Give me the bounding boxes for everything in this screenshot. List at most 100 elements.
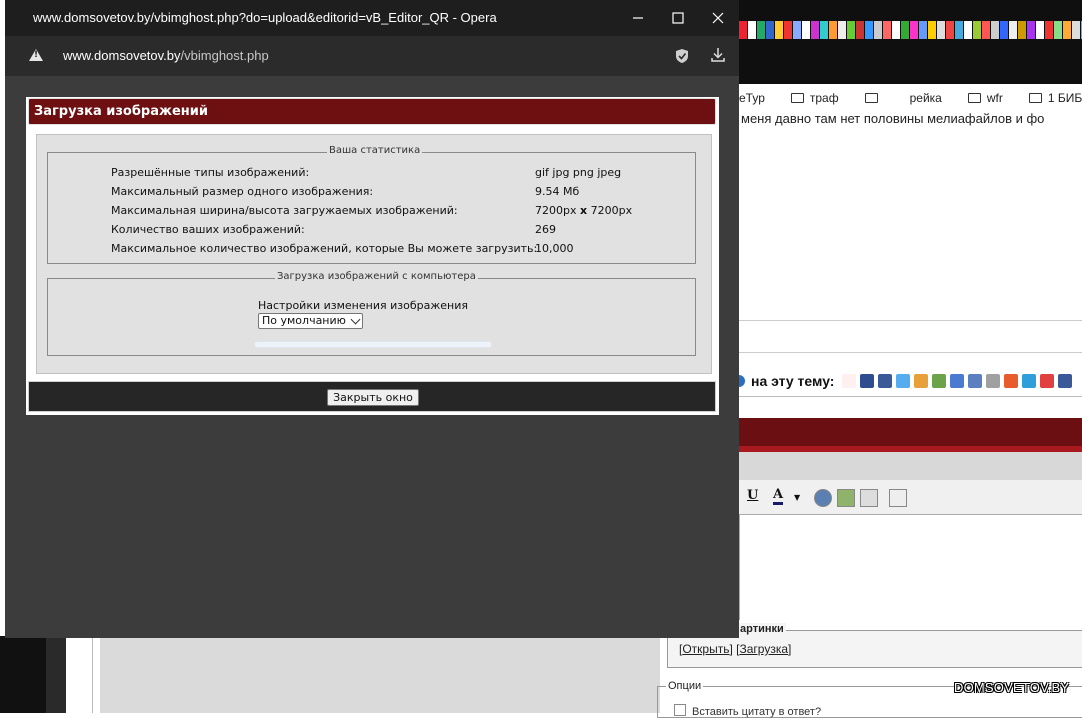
underline-button[interactable]: U [747, 488, 758, 503]
tab-favicon-icon[interactable] [838, 21, 846, 39]
dialog-header: Загрузка изображений [28, 98, 716, 125]
tab-favicon-icon[interactable] [1018, 21, 1026, 39]
quote-option[interactable]: Вставить цитату в ответ? [674, 704, 821, 718]
tab-favicon-icon[interactable] [964, 21, 972, 39]
quote-icon[interactable] [860, 489, 878, 507]
images-legend: артинки [738, 623, 786, 635]
image-icon[interactable] [837, 489, 855, 507]
tab-favicon-icon[interactable] [784, 21, 792, 39]
images-links: [Открыть] [Загрузка] [679, 642, 792, 656]
divider [739, 352, 1082, 353]
chevron-down-icon[interactable]: ▼ [794, 493, 800, 502]
upload-link[interactable]: Загрузка [740, 642, 789, 656]
resize-settings-select[interactable]: По умолчанию [258, 313, 363, 329]
share-service-icon[interactable] [1040, 374, 1055, 388]
maximize-button[interactable] [658, 0, 698, 36]
background-tab-strip [739, 0, 1082, 84]
share-service-icon[interactable] [842, 374, 857, 388]
folder-icon [967, 93, 981, 103]
dialog-footer: Закрыть окно [28, 381, 716, 412]
close-window-dialog-button[interactable]: Закрыть окно [327, 389, 419, 406]
share-service-icon[interactable] [860, 374, 875, 388]
tab-favicon-icon[interactable] [748, 21, 756, 39]
tab-favicon-icon[interactable] [955, 21, 963, 39]
tab-favicon-icon[interactable] [1000, 21, 1008, 39]
share-service-icon[interactable] [986, 374, 1001, 388]
address-bar[interactable]: www.domsovetov.by/vbimghost.php [5, 36, 739, 76]
tab-favicon-icon[interactable] [901, 21, 909, 39]
stat-label-image-count: Количество ваших изображений: [111, 223, 305, 236]
popup-window: www.domsovetov.by/vbimghost.php?do=uploa… [5, 0, 739, 638]
tab-favicon-icon[interactable] [982, 21, 990, 39]
quote-checkbox[interactable] [674, 704, 686, 716]
background-left-strip [46, 636, 66, 713]
tab-favicon-icon[interactable] [892, 21, 900, 39]
share-service-icon[interactable] [968, 374, 983, 388]
tab-favicon-icon[interactable] [928, 21, 936, 39]
link-icon[interactable] [814, 489, 832, 507]
tab-favicon-icon[interactable] [946, 21, 954, 39]
window-titlebar[interactable]: www.domsovetov.by/vbimghost.php?do=uploa… [5, 0, 739, 36]
tab-favicon-icon[interactable] [829, 21, 837, 39]
minimize-button[interactable] [618, 0, 658, 36]
share-service-icon[interactable] [1022, 374, 1037, 388]
tab-favicon-icon[interactable] [757, 21, 765, 39]
share-service-icon[interactable] [914, 374, 929, 388]
tab-favicon-icon[interactable] [811, 21, 819, 39]
upload-legend: Загрузка изображений с компьютера [275, 271, 478, 282]
bookmark-item[interactable]: рейка [910, 91, 955, 105]
shield-icon[interactable] [675, 48, 689, 64]
tab-favicon-icon[interactable] [1036, 21, 1044, 39]
tab-favicon-icon[interactable] [739, 21, 747, 39]
tab-favicon-icon[interactable] [1063, 21, 1071, 39]
tab-favicon-icon[interactable] [865, 21, 873, 39]
share-service-icon[interactable] [932, 374, 947, 388]
tab-favicon-icon[interactable] [883, 21, 891, 39]
tab-favicon-icon[interactable] [910, 21, 918, 39]
tab-favicon-icon[interactable] [1027, 21, 1035, 39]
tab-favicon-icon[interactable] [820, 21, 828, 39]
url-display[interactable]: www.domsovetov.by/vbimghost.php [63, 48, 269, 63]
clipboard-icon[interactable] [889, 489, 907, 507]
share-service-icon[interactable] [1058, 374, 1073, 388]
background-gray-area [100, 636, 660, 713]
tab-favicon-icon[interactable] [1054, 21, 1062, 39]
stat-value-max-count: 10,000 [535, 242, 574, 255]
bookmark-folder[interactable]: траф [790, 91, 852, 105]
chevron-down-icon [350, 314, 361, 325]
bookmark-item[interactable]: еТур [739, 91, 778, 105]
font-color-button[interactable]: A [773, 488, 784, 505]
tab-favicon-icon[interactable] [775, 21, 783, 39]
tab-favicon-icon[interactable] [793, 21, 801, 39]
share-service-icon[interactable] [878, 374, 893, 388]
tab-favicon-icon[interactable] [1009, 21, 1017, 39]
tab-favicon-icon[interactable] [874, 21, 882, 39]
tab-favicon-icon[interactable] [847, 21, 855, 39]
tab-favicon-icon[interactable] [766, 21, 774, 39]
tab-favicon-icon[interactable] [991, 21, 999, 39]
open-link[interactable]: Открыть [682, 642, 729, 656]
share-service-icon[interactable] [950, 374, 965, 388]
share-service-icon[interactable] [896, 374, 911, 388]
download-icon[interactable] [710, 47, 726, 63]
options-legend: Опции [666, 680, 704, 692]
warning-icon[interactable] [29, 49, 43, 61]
bookmark-folder[interactable] [864, 93, 897, 103]
bookmark-folder[interactable]: wfr [967, 91, 1016, 105]
tab-favicon-icon[interactable] [856, 21, 864, 39]
tab-favicon-icon[interactable] [973, 21, 981, 39]
folder-icon [864, 93, 878, 103]
bookmarks-bar: еТур траф рейка wfr 1 БИБЬЯрд [739, 84, 1082, 112]
bookmark-folder[interactable]: 1 БИБЬЯрд [1028, 91, 1082, 105]
editor-textarea[interactable] [739, 515, 1082, 620]
tab-favicon-icon[interactable] [1045, 21, 1053, 39]
close-window-button[interactable] [698, 0, 738, 36]
tab-favicon-icon[interactable] [1072, 21, 1080, 39]
image-upload-dialog: Загрузка изображений Ваша статистика Раз… [26, 97, 719, 415]
share-service-icon[interactable] [1004, 374, 1019, 388]
tab-favicon-icon[interactable] [802, 21, 810, 39]
minimize-icon [633, 17, 643, 19]
tab-favicon-icon[interactable] [919, 21, 927, 39]
tab-favicon-icon[interactable] [937, 21, 945, 39]
background-section-gap [739, 396, 1082, 417]
